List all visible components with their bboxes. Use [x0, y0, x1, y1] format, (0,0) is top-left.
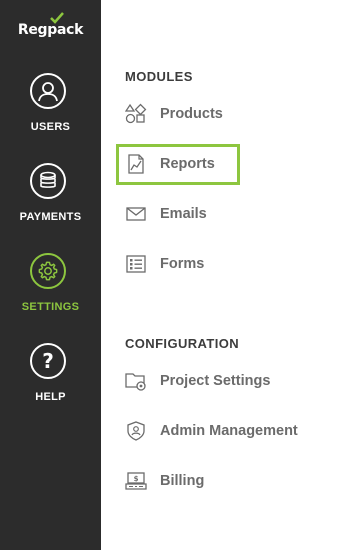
menu-item-label: Forms	[160, 256, 205, 272]
shield-user-icon	[125, 420, 147, 442]
menu-item-reports[interactable]: Reports	[125, 151, 215, 177]
logo-check-icon	[50, 12, 64, 24]
menu-item-project-settings[interactable]: Project Settings	[125, 368, 270, 394]
shapes-icon	[125, 103, 147, 125]
coins-icon	[30, 163, 66, 199]
question-icon: ?	[30, 343, 66, 379]
sidebar-item-label: PAYMENTS	[19, 211, 82, 223]
menu-item-label: Emails	[160, 206, 207, 222]
menu-item-label: Project Settings	[160, 373, 271, 389]
menu-item-label: Admin Management	[160, 423, 298, 439]
svg-text:$: $	[134, 475, 139, 483]
regpack-logo[interactable]: Regpack	[0, 12, 101, 38]
folder-gear-icon	[125, 370, 147, 392]
menu-item-forms[interactable]: Forms	[125, 251, 204, 277]
menu-item-label: Billing	[160, 473, 205, 489]
billing-icon: $	[125, 470, 147, 492]
sidebar-item-help[interactable]: ? HELP	[0, 343, 101, 413]
form-list-icon	[125, 253, 147, 275]
logo-text: Regpack	[17, 22, 84, 38]
menu-item-label: Products	[160, 106, 223, 122]
gear-icon	[30, 253, 66, 289]
report-chart-icon	[125, 153, 147, 175]
menu-item-admin-management[interactable]: Admin Management	[125, 418, 298, 444]
menu-item-products[interactable]: Products	[125, 101, 223, 127]
sidebar-item-label: USERS	[30, 121, 71, 133]
configuration-heading: CONFIGURATION	[125, 336, 240, 351]
user-icon	[30, 73, 66, 109]
modules-heading: MODULES	[125, 69, 193, 84]
sidebar-item-users[interactable]: USERS	[0, 73, 101, 143]
menu-item-emails[interactable]: Emails	[125, 201, 207, 227]
sidebar-item-payments[interactable]: PAYMENTS	[0, 163, 101, 233]
envelope-icon	[125, 203, 147, 225]
sidebar: Regpack USERS PAYMENTS SETTINGS ? HELP	[0, 0, 101, 550]
sidebar-item-label: HELP	[35, 391, 66, 403]
menu-item-billing[interactable]: $ Billing	[125, 468, 204, 494]
sidebar-item-settings[interactable]: SETTINGS	[0, 253, 101, 323]
menu-item-label: Reports	[160, 156, 215, 172]
sidebar-item-label: SETTINGS	[21, 301, 80, 313]
